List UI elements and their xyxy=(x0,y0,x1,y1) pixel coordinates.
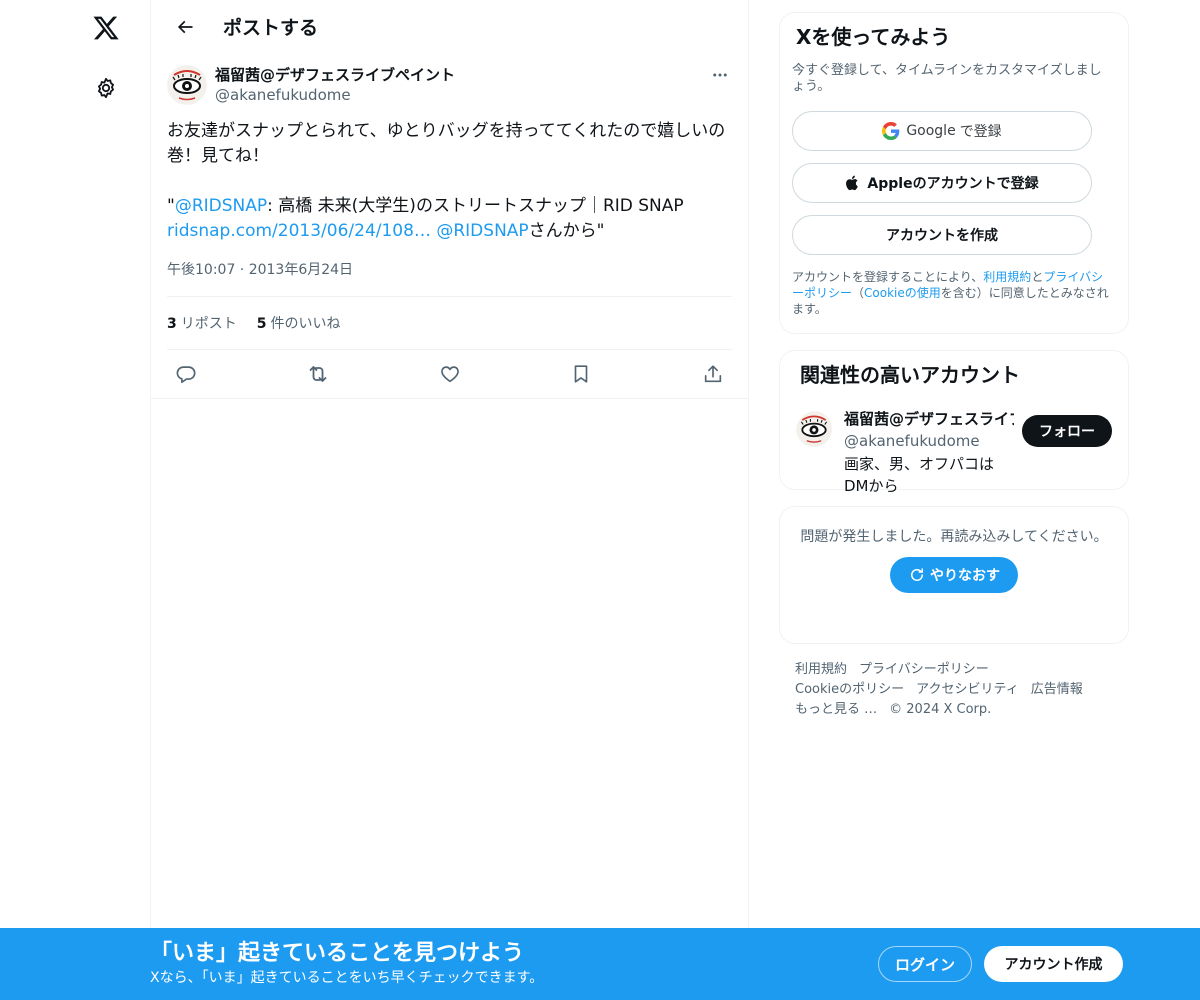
related-account-info: 福留茜@デザフェスライブペイント @akanefukudome 画家、男、オフパ… xyxy=(844,409,1014,497)
footer-cookie-link[interactable]: Cookieのポリシー xyxy=(795,682,904,697)
bottom-bar-title: 「いま」起きていることを見つけよう xyxy=(150,941,525,966)
terms-and: と xyxy=(1031,270,1044,284)
signup-button[interactable]: アカウント作成 xyxy=(984,946,1123,982)
footer-copyright: © 2024 X Corp. xyxy=(889,702,992,717)
related-accounts-card: 関連性の高いアカウント 福留茜@デザフェスライブペイント @akanefukud… xyxy=(779,350,1129,495)
author-names: 福留茜@デザフェスライブペイント @akanefukudome xyxy=(215,65,708,105)
google-signup-label: で登録 xyxy=(959,124,1002,140)
post-text: お友達がスナップとられて、ゆとりバッグを持っててくれたので嬉しいの巻！見てね！ … xyxy=(167,119,732,244)
footer-more-link[interactable]: もっと見る … xyxy=(795,702,877,717)
related-account-bio: 画家、男、オフパコはDMから xyxy=(844,455,995,495)
google-signup-button[interactable]: Google で登録 xyxy=(792,111,1092,151)
footer-ads-link[interactable]: 広告情報 xyxy=(1031,682,1083,697)
main-header: ポストする xyxy=(151,0,748,53)
retry-button[interactable]: やりなおす xyxy=(890,557,1018,593)
cookie-link[interactable]: Cookieの使用 xyxy=(864,286,941,300)
post-stats: 3 リポスト 5 件のいいね xyxy=(167,297,732,350)
footer-terms-link[interactable]: 利用規約 xyxy=(795,662,847,677)
apple-icon xyxy=(846,175,859,191)
share-icon[interactable] xyxy=(698,359,728,389)
signup-card: Xを使ってみよう 今すぐ登録して、タイムラインをカスタマイズしましょう。 Goo… xyxy=(779,12,1129,334)
google-brand: Google xyxy=(906,123,956,139)
likes-label: 件のいいね xyxy=(270,316,341,332)
right-sidebar: Xを使ってみよう 今すぐ登録して、タイムラインをカスタマイズしましょう。 Goo… xyxy=(779,12,1129,720)
post-author: 福留茜@デザフェスライブペイント @akanefukudome xyxy=(167,65,732,113)
url-link[interactable]: ridsnap.com/2013/06/24/108… xyxy=(167,221,431,241)
x-logo-icon[interactable] xyxy=(86,8,126,48)
post-timestamp[interactable]: 午後10:07 · 2013年6月24日 xyxy=(167,260,732,297)
reposts-label: リポスト xyxy=(180,316,237,332)
signup-subtitle: 今すぐ登録して、タイムラインをカスタマイズしましょう。 xyxy=(792,63,1102,94)
avatar[interactable] xyxy=(796,411,836,451)
like-icon[interactable] xyxy=(435,359,465,389)
create-account-label: アカウントを作成 xyxy=(886,228,998,244)
quote-open: " xyxy=(167,196,175,216)
terms-text: アカウントを登録することにより、利用規約とプライバシーポリシー（Cookieの使… xyxy=(792,269,1112,317)
error-message: 問題が発生しました。再読み込みしてください。 xyxy=(800,529,1108,545)
gear-icon[interactable] xyxy=(86,68,126,108)
post-actions xyxy=(167,350,732,398)
post-text-line1: お友達がスナップとられて、ゆとりバッグを持っててくれたので嬉しいの巻！見てね！ xyxy=(167,121,726,166)
reposts-count: 3 xyxy=(167,316,177,332)
bottom-bar-subtitle: Xなら、「いま」起きていることをいち早くチェックできます。 xyxy=(150,970,544,986)
left-nav xyxy=(0,0,150,1000)
terms-paren: （ xyxy=(852,286,865,300)
google-icon xyxy=(882,122,900,140)
related-account-name[interactable]: 福留茜@デザフェスライブペイント xyxy=(844,409,1014,429)
divider xyxy=(151,398,748,399)
page-title: ポストする xyxy=(223,17,319,39)
bottom-signup-bar: 「いま」起きていることを見つけよう Xなら、「いま」起きていることをいち早くチェ… xyxy=(0,928,1200,1000)
author-handle[interactable]: @akanefukudome xyxy=(215,85,708,105)
footer-privacy-link[interactable]: プライバシーポリシー xyxy=(859,662,989,677)
avatar[interactable] xyxy=(167,65,207,105)
author-name[interactable]: 福留茜@デザフェスライブペイント xyxy=(215,65,708,85)
likes-count: 5 xyxy=(256,316,267,332)
footer-links: 利用規約 プライバシーポリシー Cookieのポリシー アクセシビリティ 広告情報 も… xyxy=(779,660,1129,720)
apple-signup-label: Appleのアカウントで登録 xyxy=(867,176,1039,192)
bookmark-icon[interactable] xyxy=(566,359,596,389)
error-card: 問題が発生しました。再読み込みしてください。 やりなおす xyxy=(779,506,1129,644)
main-column: ポストする 福留茜@デザフェスライブペイント @akanefukudome お友… xyxy=(150,0,749,1000)
reposts-stat[interactable]: 3 リポスト xyxy=(167,313,237,333)
more-options-icon[interactable] xyxy=(708,65,732,85)
signup-title: Xを使ってみよう xyxy=(796,25,951,49)
reply-icon[interactable] xyxy=(171,359,201,389)
retry-label: やりなおす xyxy=(930,568,1000,584)
apple-signup-button[interactable]: Appleのアカウントで登録 xyxy=(792,163,1092,203)
follow-button[interactable]: フォロー xyxy=(1022,415,1112,447)
mention-link-2[interactable]: @RIDSNAP xyxy=(436,221,528,241)
footer-accessibility-link[interactable]: アクセシビリティ xyxy=(916,682,1019,697)
repost-icon[interactable] xyxy=(303,359,333,389)
related-account-row[interactable]: 福留茜@デザフェスライブペイント @akanefukudome 画家、男、オフパ… xyxy=(796,409,1112,497)
post: 福留茜@デザフェスライブペイント @akanefukudome お友達がスナップ… xyxy=(151,53,748,398)
related-account-handle[interactable]: @akanefukudome xyxy=(844,429,1014,453)
related-title: 関連性の高いアカウント xyxy=(800,363,1020,387)
terms-pre: アカウントを登録することにより、 xyxy=(792,270,984,284)
back-arrow-icon[interactable] xyxy=(167,9,203,45)
post-text-middle: : 高橋 未来(大学生)のストリートスナップ｜RID SNAP xyxy=(267,196,684,216)
create-account-button[interactable]: アカウントを作成 xyxy=(792,215,1092,255)
likes-stat[interactable]: 5 件のいいね xyxy=(257,313,341,333)
login-button[interactable]: ログイン xyxy=(878,946,972,982)
post-text-end: さんから" xyxy=(528,221,605,241)
mention-link[interactable]: @RIDSNAP xyxy=(175,196,267,216)
refresh-icon xyxy=(911,568,923,581)
terms-link[interactable]: 利用規約 xyxy=(983,270,1031,284)
